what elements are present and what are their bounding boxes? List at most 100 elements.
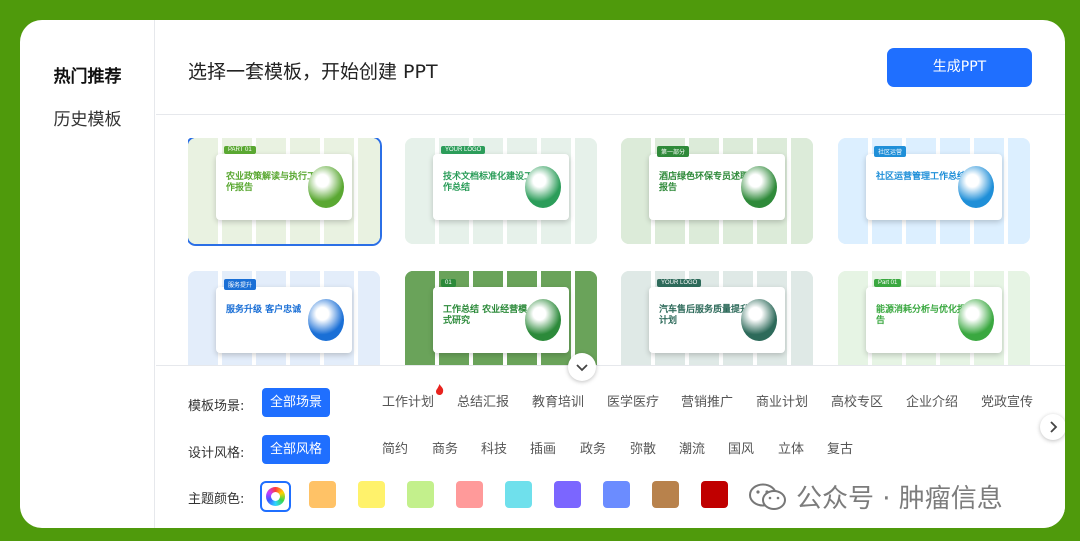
scene-chip-label: 工作计划 <box>382 395 435 410</box>
template-photo <box>741 166 777 208</box>
template-picker-card: 热门推荐 历史模板 选择一套模板，开始创建 PPT 生成PPT PART 01 农… <box>20 20 1065 528</box>
scene-chip[interactable]: 教育培训 <box>524 388 592 417</box>
template-photo <box>741 299 777 341</box>
sidebar: 热门推荐 历史模板 <box>20 20 155 528</box>
generate-ppt-button[interactable]: 生成PPT <box>887 48 1032 87</box>
color-swatch[interactable] <box>309 481 336 508</box>
template-tag: 服务提升 <box>224 279 257 290</box>
template-cover: 服务提升 服务升级 客户忠诚 <box>216 279 352 353</box>
template-tag: 01 <box>441 279 456 287</box>
template-tag: 社区运营 <box>874 146 907 157</box>
scene-chip-label: 营销推广 <box>681 395 734 410</box>
color-swatch[interactable] <box>701 481 728 508</box>
template-thumbnail[interactable]: Part 01 能源消耗分析与优化报告 <box>838 271 1030 366</box>
template-cover: YOUR LOGO 技术文档标准化建设工作总结 <box>433 146 569 220</box>
style-filter-row: 设计风格: 全部风格 简约 商务 科技 插画 政务 弥散 潮流 国风 立体 复古 <box>188 435 1065 465</box>
color-filter-label: 主题颜色: <box>188 492 245 507</box>
template-photo <box>958 166 994 208</box>
template-title: 酒店绿色环保专员述职报告 <box>659 172 750 193</box>
template-thumbnail[interactable]: 第一部分酒店绿色环保专员述职报告 <box>621 138 813 244</box>
template-thumbnail[interactable]: 服务提升 服务升级 客户忠诚 <box>188 271 380 366</box>
color-wheel-icon <box>266 487 285 506</box>
page-title: 选择一套模板，开始创建 PPT <box>188 61 438 83</box>
template-cover: PART 01 农业政策解读与执行工作报告 <box>216 146 352 220</box>
header: 选择一套模板，开始创建 PPT 生成PPT <box>156 20 1065 115</box>
scene-chip[interactable]: 全部场景 <box>262 388 331 417</box>
color-swatch[interactable] <box>554 481 581 508</box>
template-title: 工作总结 农业经营模式研究 <box>443 305 528 326</box>
template-cover: 社区运营社区运营管理工作总结 <box>866 146 1002 220</box>
scene-chip-label: 教育培训 <box>532 395 585 410</box>
scene-chip[interactable]: 企业介绍 <box>898 388 966 417</box>
color-swatch[interactable] <box>358 481 385 508</box>
template-photo <box>958 299 994 341</box>
style-chip[interactable]: 弥散 <box>622 435 664 464</box>
color-swatch[interactable] <box>652 481 679 508</box>
template-photo <box>525 299 561 341</box>
template-photo <box>308 166 344 208</box>
template-tag: 第一部分 <box>657 146 690 157</box>
template-thumbnail[interactable]: 01 工作总结 农业经营模式研究 <box>405 271 597 366</box>
style-chip[interactable]: 商务 <box>424 435 466 464</box>
template-thumbnail[interactable]: YOUR LOGO 汽车售后服务质量提升计划 <box>621 271 813 366</box>
template-cover: 第一部分酒店绿色环保专员述职报告 <box>649 146 785 220</box>
chevron-down-icon <box>576 364 588 372</box>
color-swatch[interactable] <box>407 481 434 508</box>
color-swatch[interactable] <box>603 481 630 508</box>
template-photo <box>308 299 344 341</box>
scene-chip[interactable]: 营销推广 <box>673 388 741 417</box>
scene-chip[interactable]: 总结汇报 <box>449 388 517 417</box>
style-chip[interactable]: 科技 <box>473 435 515 464</box>
style-chip[interactable]: 立体 <box>770 435 812 464</box>
style-chip[interactable]: 潮流 <box>671 435 713 464</box>
scene-chip-label: 商业计划 <box>756 395 809 410</box>
fire-icon <box>436 384 444 395</box>
scene-chip-label: 企业介绍 <box>906 395 959 410</box>
scene-chip[interactable]: 高校专区 <box>823 388 891 417</box>
main-panel: 选择一套模板，开始创建 PPT 生成PPT PART 01 农业政策解读与执行工作… <box>156 20 1065 528</box>
template-thumbnail[interactable]: 社区运营社区运营管理工作总结 <box>838 138 1030 244</box>
color-swatch[interactable] <box>505 481 532 508</box>
scene-chip-label: 全部场景 <box>270 395 323 410</box>
scene-chip[interactable]: 党政宣传 <box>973 388 1041 417</box>
template-cover: YOUR LOGO 汽车售后服务质量提升计划 <box>649 279 785 353</box>
scene-chip-label: 党政宣传 <box>981 395 1034 410</box>
template-grid: PART 01 农业政策解读与执行工作报告 YOUR LOGO 技术文档标准化建设工作… <box>188 138 1032 366</box>
template-title: 农业政策解读与执行工作报告 <box>226 172 317 193</box>
scene-chip-label: 医学医疗 <box>607 395 660 410</box>
style-chip[interactable]: 全部风格 <box>262 435 331 464</box>
style-chip[interactable]: 插画 <box>522 435 564 464</box>
template-tag: PART 01 <box>224 146 256 154</box>
template-thumbnail[interactable]: PART 01 农业政策解读与执行工作报告 <box>188 138 382 246</box>
scene-filter-row: 模板场景: 全部场景 工作计划 总结汇报 教育培训 医学医疗 营销推广 商业计划 高校专区 企业… <box>188 384 1065 440</box>
scene-chip[interactable]: 医学医疗 <box>599 388 667 417</box>
template-thumbnail[interactable]: YOUR LOGO 技术文档标准化建设工作总结 <box>405 138 597 244</box>
template-cover: 01 工作总结 农业经营模式研究 <box>433 279 569 353</box>
scene-filter-label: 模板场景: <box>188 399 245 414</box>
template-tag: YOUR LOGO <box>441 146 486 154</box>
template-title: 社区运营管理工作总结 <box>876 172 967 182</box>
scene-chip-label: 总结汇报 <box>457 395 510 410</box>
scene-chip[interactable]: 商业计划 <box>748 388 816 417</box>
sidebar-item-history[interactable]: 历史模板 <box>20 105 155 130</box>
template-tag: Part 01 <box>874 279 902 287</box>
style-chip[interactable]: 复古 <box>819 435 861 464</box>
wechat-icon <box>749 483 786 510</box>
scene-chip-label: 高校专区 <box>831 395 884 410</box>
all-colors-swatch[interactable] <box>260 481 291 512</box>
template-title: 能源消耗分析与优化报告 <box>876 305 967 326</box>
template-title: 汽车售后服务质量提升计划 <box>659 305 750 326</box>
scene-chip[interactable]: 工作计划 <box>374 384 444 417</box>
style-chip[interactable]: 简约 <box>374 435 416 464</box>
color-swatch[interactable] <box>456 481 483 508</box>
template-tag: YOUR LOGO <box>657 279 702 287</box>
template-cover: Part 01 能源消耗分析与优化报告 <box>866 279 1002 353</box>
template-title: 技术文档标准化建设工作总结 <box>443 172 534 193</box>
watermark-text: 公众号 · 肿瘤信息 <box>796 484 1003 514</box>
sidebar-item-hot[interactable]: 热门推荐 <box>20 62 155 87</box>
expand-templates-button[interactable] <box>568 353 596 381</box>
style-chip[interactable]: 国风 <box>720 435 762 464</box>
style-chip[interactable]: 政务 <box>572 435 614 464</box>
template-photo <box>525 166 561 208</box>
style-filter-label: 设计风格: <box>188 446 245 461</box>
